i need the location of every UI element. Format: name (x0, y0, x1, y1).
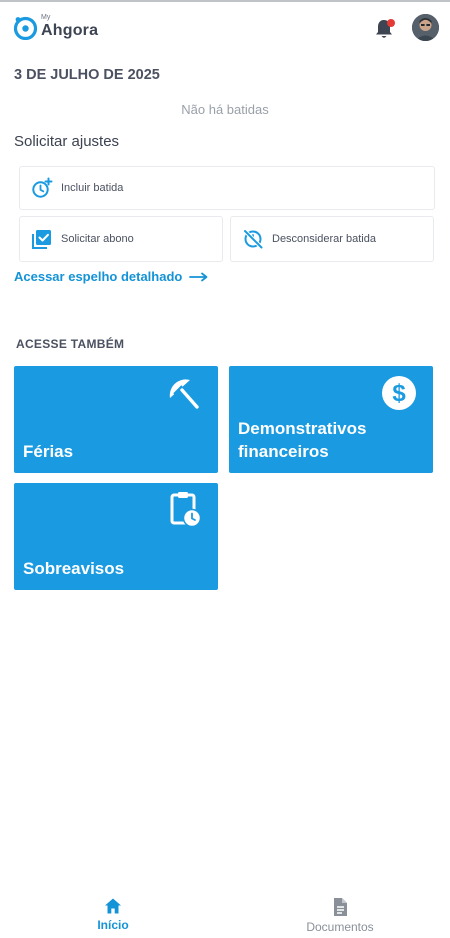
detailed-mirror-label: Acessar espelho detalhado (14, 269, 183, 284)
user-avatar[interactable] (412, 14, 439, 41)
brand-prefix: My (41, 14, 51, 21)
dollar-circle-icon: $ (382, 376, 416, 410)
nav-documents[interactable]: Documentos (280, 897, 400, 934)
beach-umbrella-icon (169, 379, 199, 409)
disregard-punch-button[interactable]: Desconsiderar batida (230, 216, 434, 262)
avatar-photo-icon (412, 14, 439, 41)
include-punch-button[interactable]: Incluir batida (19, 166, 435, 210)
arrow-right-icon (189, 272, 208, 281)
clock-plus-icon (32, 177, 53, 198)
vacation-label: Férias (23, 442, 74, 461)
detailed-mirror-link[interactable]: Acessar espelho detalhado (14, 269, 209, 284)
on-call-label: Sobreavisos (23, 559, 125, 578)
clock-off-icon (243, 229, 263, 249)
clipboard-clock-icon (170, 492, 202, 528)
empty-punches-message: Não há batidas (181, 102, 269, 117)
financial-statements-label: Demonstrativos financeiros (238, 419, 367, 461)
request-allowance-button[interactable]: Solicitar abono (19, 216, 223, 262)
nav-home-label: Início (97, 918, 129, 932)
notification-dot (387, 19, 395, 27)
vacation-tile[interactable]: Férias (14, 366, 218, 473)
current-date: 3 DE JULHO DE 2025 (14, 67, 160, 83)
nav-documents-label: Documentos (306, 920, 374, 934)
checkbox-stack-icon (32, 230, 51, 249)
brand-wordmark: My Ahgora (41, 13, 101, 41)
document-icon (334, 898, 347, 916)
access-also-title: ACESSE TAMBÉM (16, 337, 125, 351)
ahgora-logo-icon (13, 16, 38, 40)
on-call-tile[interactable]: Sobreavisos (14, 483, 218, 590)
bottom-navigation: Início Documentos (0, 886, 450, 938)
brand-name: Ahgora (41, 22, 99, 39)
home-icon (105, 898, 121, 914)
include-punch-label: Incluir batida (61, 182, 124, 194)
app-header: My Ahgora (0, 2, 450, 52)
svg-text:$: $ (392, 380, 406, 407)
financial-statements-tile[interactable]: $ Demonstrativos financeiros (229, 366, 433, 473)
brand-logo[interactable]: My Ahgora (13, 13, 101, 41)
nav-home[interactable]: Início (53, 897, 173, 932)
adjust-section-title: Solicitar ajustes (14, 133, 120, 150)
disregard-punch-label: Desconsiderar batida (272, 233, 376, 245)
request-allowance-label: Solicitar abono (61, 233, 134, 245)
